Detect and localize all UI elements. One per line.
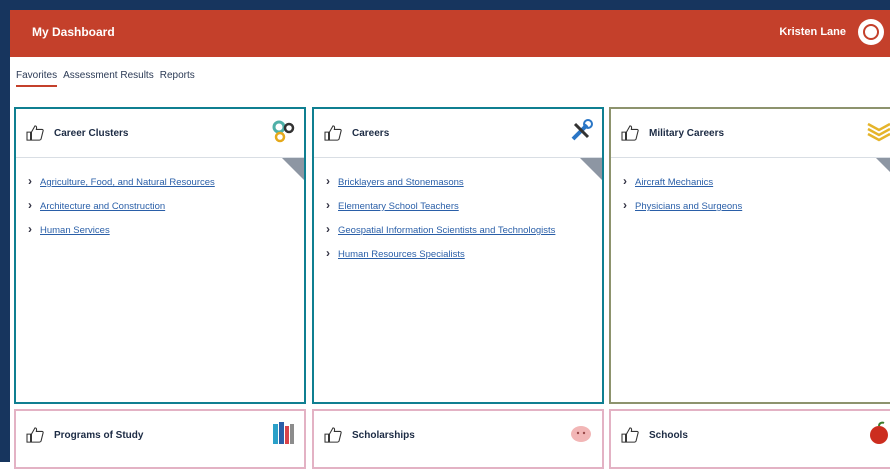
card-header[interactable]: Schools xyxy=(611,411,890,459)
card-header[interactable]: Programs of Study xyxy=(16,411,304,459)
list-item: Physicians and Surgeons xyxy=(621,198,880,214)
piggy-bank-icon xyxy=(571,426,591,442)
thumbs-up-icon[interactable] xyxy=(324,125,342,141)
app-header: My Dashboard Kristen Lane xyxy=(10,10,890,57)
card-programs-of-study: Programs of Study xyxy=(14,409,306,469)
favorite-link[interactable]: Aircraft Mechanics xyxy=(635,177,713,188)
wrench-icon xyxy=(571,119,593,141)
tab-reports[interactable]: Reports xyxy=(160,70,195,87)
chevrons-icon xyxy=(867,122,890,142)
favorite-link[interactable]: Elementary School Teachers xyxy=(338,201,459,212)
card-military-careers: Military Careers Aircraft Mechanics Phys… xyxy=(609,107,890,404)
apple-icon xyxy=(870,421,888,444)
user-avatar-icon[interactable] xyxy=(858,19,884,45)
list-item: Geospatial Information Scientists and Te… xyxy=(324,222,592,238)
card-title: Military Careers xyxy=(649,128,725,139)
favorite-link[interactable]: Physicians and Surgeons xyxy=(635,201,742,212)
favorite-list: Aircraft Mechanics Physicians and Surgeo… xyxy=(621,174,880,223)
list-item: Bricklayers and Stonemasons xyxy=(324,174,592,190)
card-divider xyxy=(611,157,890,158)
card-divider xyxy=(314,157,602,158)
card-header[interactable]: Scholarships xyxy=(314,411,602,459)
thumbs-up-icon[interactable] xyxy=(26,125,44,141)
list-item: Human Resources Specialists xyxy=(324,246,592,262)
tab-favorites[interactable]: Favorites xyxy=(16,70,58,87)
favorite-link[interactable]: Geospatial Information Scientists and Te… xyxy=(338,225,555,236)
card-career-clusters: Career Clusters Agriculture, Food, and N… xyxy=(14,107,306,404)
card-divider xyxy=(16,157,304,158)
list-item: Aircraft Mechanics xyxy=(621,174,880,190)
card-careers: Careers Bricklayers and Stonemasons Elem… xyxy=(312,107,604,404)
card-schools: Schools xyxy=(609,409,890,469)
tab-bar: Favorites Assessment Results Reports xyxy=(16,70,195,87)
card-title: Programs of Study xyxy=(54,430,144,441)
card-title: Schools xyxy=(649,430,688,441)
list-item: Human Services xyxy=(26,222,294,238)
user-name[interactable]: Kristen Lane xyxy=(779,26,846,38)
card-header[interactable]: Military Careers xyxy=(611,109,890,157)
favorite-list: Bricklayers and Stonemasons Elementary S… xyxy=(324,174,592,271)
thumbs-up-icon[interactable] xyxy=(621,125,639,141)
favorite-link[interactable]: Human Services xyxy=(40,225,110,236)
card-scholarships: Scholarships xyxy=(312,409,604,469)
thumbs-up-icon[interactable] xyxy=(324,427,342,443)
list-item: Architecture and Construction xyxy=(26,198,294,214)
card-title: Career Clusters xyxy=(54,128,129,139)
card-title: Scholarships xyxy=(352,430,415,441)
tab-assessment-results[interactable]: Assessment Results xyxy=(63,70,154,87)
card-title: Careers xyxy=(352,128,390,139)
favorite-link[interactable]: Bricklayers and Stonemasons xyxy=(338,177,464,188)
thumbs-up-icon[interactable] xyxy=(26,427,44,443)
left-frame xyxy=(0,57,10,462)
list-item: Elementary School Teachers xyxy=(324,198,592,214)
gears-icon xyxy=(272,120,295,143)
card-header[interactable]: Career Clusters xyxy=(16,109,304,157)
favorite-link[interactable]: Agriculture, Food, and Natural Resources xyxy=(40,177,215,188)
favorite-link[interactable]: Architecture and Construction xyxy=(40,201,165,212)
favorite-link[interactable]: Human Resources Specialists xyxy=(338,249,465,260)
books-icon xyxy=(273,422,294,444)
favorite-list: Agriculture, Food, and Natural Resources… xyxy=(26,174,294,247)
app-title: My Dashboard xyxy=(32,25,115,39)
thumbs-up-icon[interactable] xyxy=(621,427,639,443)
card-header[interactable]: Careers xyxy=(314,109,602,157)
list-item: Agriculture, Food, and Natural Resources xyxy=(26,174,294,190)
